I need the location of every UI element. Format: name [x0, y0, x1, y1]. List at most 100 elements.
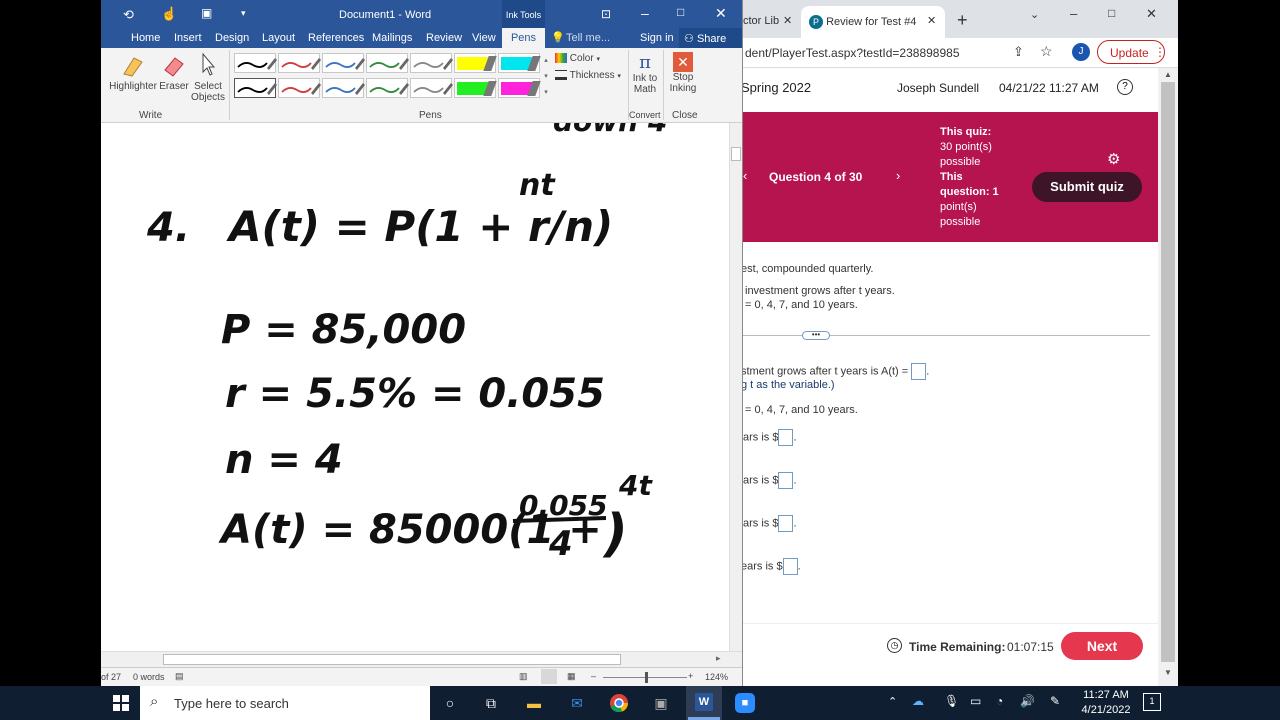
answer-input-t4[interactable] [778, 472, 794, 489]
scroll-up-icon[interactable]: ▲ [1164, 70, 1172, 79]
eraser-button[interactable]: Eraser [159, 52, 189, 92]
battery-icon[interactable]: ▭ [970, 694, 981, 708]
maximize-icon[interactable]: □ [677, 5, 684, 19]
gear-icon[interactable]: ⚙ [1107, 150, 1120, 168]
share-button[interactable]: ⚇ Share [679, 28, 742, 48]
tab-layout[interactable]: Layout [262, 32, 295, 44]
expand-toggle[interactable]: ••• [802, 331, 830, 340]
select-objects-button[interactable]: Select Objects [191, 52, 225, 103]
sign-in-link[interactable]: Sign in [640, 32, 674, 44]
horizontal-scrollbar[interactable]: ▸ [101, 651, 742, 667]
windows-start-icon[interactable] [108, 690, 134, 716]
volume-icon[interactable]: 🔊 [1020, 694, 1035, 708]
wifi-icon[interactable]: ◔ [996, 694, 1003, 708]
url-text[interactable]: dent/PlayerTest.aspx?testId=238898985 [745, 46, 960, 60]
zoom-slider-thumb[interactable] [645, 672, 648, 683]
maximize-icon[interactable]: □ [1108, 6, 1115, 20]
mail-icon[interactable]: ✉ [564, 690, 590, 716]
prev-question-icon[interactable]: ‹ [743, 168, 747, 183]
pen-swatch[interactable] [322, 78, 365, 98]
page-count[interactable]: of 27 [101, 672, 121, 682]
pen-swatch[interactable] [366, 78, 409, 98]
word-count[interactable]: 0 words [133, 672, 165, 682]
bookmark-icon[interactable]: ☆ [1040, 43, 1053, 60]
tab-mailings[interactable]: Mailings [372, 32, 412, 44]
tab-close-icon[interactable]: ✕ [927, 14, 936, 27]
pen-swatch[interactable] [234, 53, 277, 73]
pen-swatch[interactable] [278, 53, 321, 73]
scroll-thumb[interactable] [1161, 82, 1175, 662]
vertical-scrollbar[interactable] [729, 123, 742, 651]
thickness-dropdown[interactable]: Thickness ▾ [555, 70, 625, 81]
scroll-right-icon[interactable]: ▸ [716, 653, 721, 664]
notification-center-icon[interactable]: 1 [1143, 693, 1161, 711]
minimize-icon[interactable]: – [1070, 6, 1077, 21]
zoom-in-icon[interactable]: + [688, 671, 693, 681]
word-taskbar-button[interactable]: W [686, 686, 722, 720]
answer-input-t7[interactable] [778, 515, 794, 532]
touch-mode-icon[interactable]: ☝ [161, 6, 177, 22]
tab-home[interactable]: Home [131, 32, 160, 44]
web-layout-icon[interactable]: ▦ [567, 671, 576, 682]
tell-me-input[interactable]: Tell me... [566, 32, 610, 44]
pen-swatch[interactable] [410, 78, 453, 98]
microphone-icon[interactable]: 🎙 [944, 694, 959, 708]
answer-input-t10[interactable] [782, 558, 798, 575]
print-layout-icon[interactable] [541, 669, 557, 684]
browser-tab-2[interactable]: P Review for Test #4 ✕ [801, 6, 945, 38]
ribbon-display-icon[interactable]: ⊡ [601, 7, 611, 21]
pen-swatch[interactable] [498, 53, 541, 73]
stop-inking-button[interactable]: ✕ Stop Inking [667, 52, 699, 94]
tab-design[interactable]: Design [215, 32, 249, 44]
tab-search-icon[interactable]: ⌄ [1030, 8, 1039, 21]
file-explorer-icon[interactable]: ▬ [521, 690, 547, 716]
autosave-icon[interactable]: ⟲ [123, 7, 134, 23]
gallery-scroll[interactable]: ▴ ▾ ▾ [542, 53, 550, 101]
tab-insert[interactable]: Insert [174, 32, 202, 44]
pen-swatch[interactable] [454, 78, 497, 98]
new-tab-icon[interactable]: + [957, 10, 968, 31]
answer-input-formula[interactable] [911, 363, 927, 380]
onedrive-icon[interactable]: ☁ [912, 694, 924, 708]
next-button[interactable]: Next [1061, 632, 1143, 660]
tray-chevron-icon[interactable]: ⌃ [888, 695, 897, 708]
highlighter-button[interactable]: Highlighter [107, 52, 159, 92]
zoom-slider[interactable] [603, 672, 687, 683]
document-canvas[interactable]: down 4 4. A(t) = P(1 + r/n) nt P = 85,00… [101, 123, 729, 651]
browser-tab-1[interactable]: ctor Lib ✕ [743, 6, 797, 38]
zoom-out-icon[interactable]: – [591, 671, 596, 681]
pen-swatch[interactable] [366, 53, 409, 73]
task-view-icon[interactable]: ⧉ [478, 690, 504, 716]
hscroll-thumb[interactable] [163, 654, 621, 665]
scroll-down-icon[interactable]: ▼ [1164, 668, 1172, 677]
customize-icon[interactable]: ▾ [241, 8, 246, 19]
profile-avatar[interactable]: J [1072, 43, 1090, 61]
pen-swatch[interactable] [322, 53, 365, 73]
pen-swatch[interactable] [278, 78, 321, 98]
taskbar-search-box[interactable]: ⌕ Type here to search [140, 686, 430, 720]
next-question-icon[interactable]: › [896, 168, 900, 183]
system-clock[interactable]: 11:27 AM 4/21/2022 [1076, 688, 1136, 718]
pen-swatch[interactable] [234, 78, 277, 98]
tab-pens[interactable]: Pens [502, 28, 545, 48]
quick-access-icon[interactable]: ▣ [201, 6, 212, 20]
help-icon[interactable]: ? [1117, 79, 1133, 95]
color-dropdown[interactable]: Color ▾ [555, 53, 625, 64]
read-mode-icon[interactable]: ▥ [519, 671, 528, 682]
chrome-icon[interactable] [606, 690, 632, 716]
scroll-thumb[interactable] [731, 147, 741, 161]
app-icon[interactable]: ▣ [648, 690, 674, 716]
pen-swatch[interactable] [454, 53, 497, 73]
share-icon[interactable]: ⇪ [1013, 44, 1024, 60]
pen-swatch[interactable] [410, 53, 453, 73]
zoom-app-icon[interactable]: ■ [732, 690, 758, 716]
cortana-icon[interactable]: ○ [437, 690, 463, 716]
page-scrollbar[interactable]: ▲ ▼ [1158, 68, 1178, 686]
update-button[interactable]: Update ⋮ [1097, 40, 1166, 64]
tab-close-icon[interactable]: ✕ [783, 14, 792, 27]
proofing-icon[interactable]: ▤ [175, 671, 184, 682]
pen-workspace-icon[interactable]: ✎ [1050, 694, 1060, 708]
close-icon[interactable]: ✕ [1146, 6, 1157, 22]
tab-review[interactable]: Review [426, 32, 462, 44]
zoom-level[interactable]: 124% [705, 672, 728, 682]
